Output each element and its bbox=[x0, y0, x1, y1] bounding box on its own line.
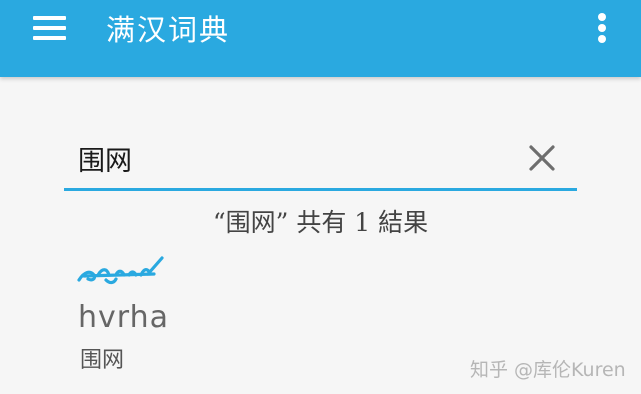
app-title: 满汉词典 bbox=[106, 13, 231, 47]
more-vertical-icon[interactable] bbox=[590, 10, 614, 46]
search-underline bbox=[64, 188, 577, 191]
hamburger-menu-icon[interactable] bbox=[30, 12, 70, 44]
transliteration: hvrha bbox=[78, 300, 169, 335]
watermark: 知乎 @库伦Kuren bbox=[470, 359, 626, 381]
search-input[interactable] bbox=[64, 134, 528, 182]
close-icon[interactable] bbox=[524, 140, 560, 176]
app-bar: 满汉词典 bbox=[0, 0, 641, 77]
manchu-script bbox=[77, 256, 164, 285]
chinese-translation: 围网 bbox=[80, 348, 125, 373]
result-summary: “围网” 共有 1 結果 bbox=[212, 208, 429, 237]
